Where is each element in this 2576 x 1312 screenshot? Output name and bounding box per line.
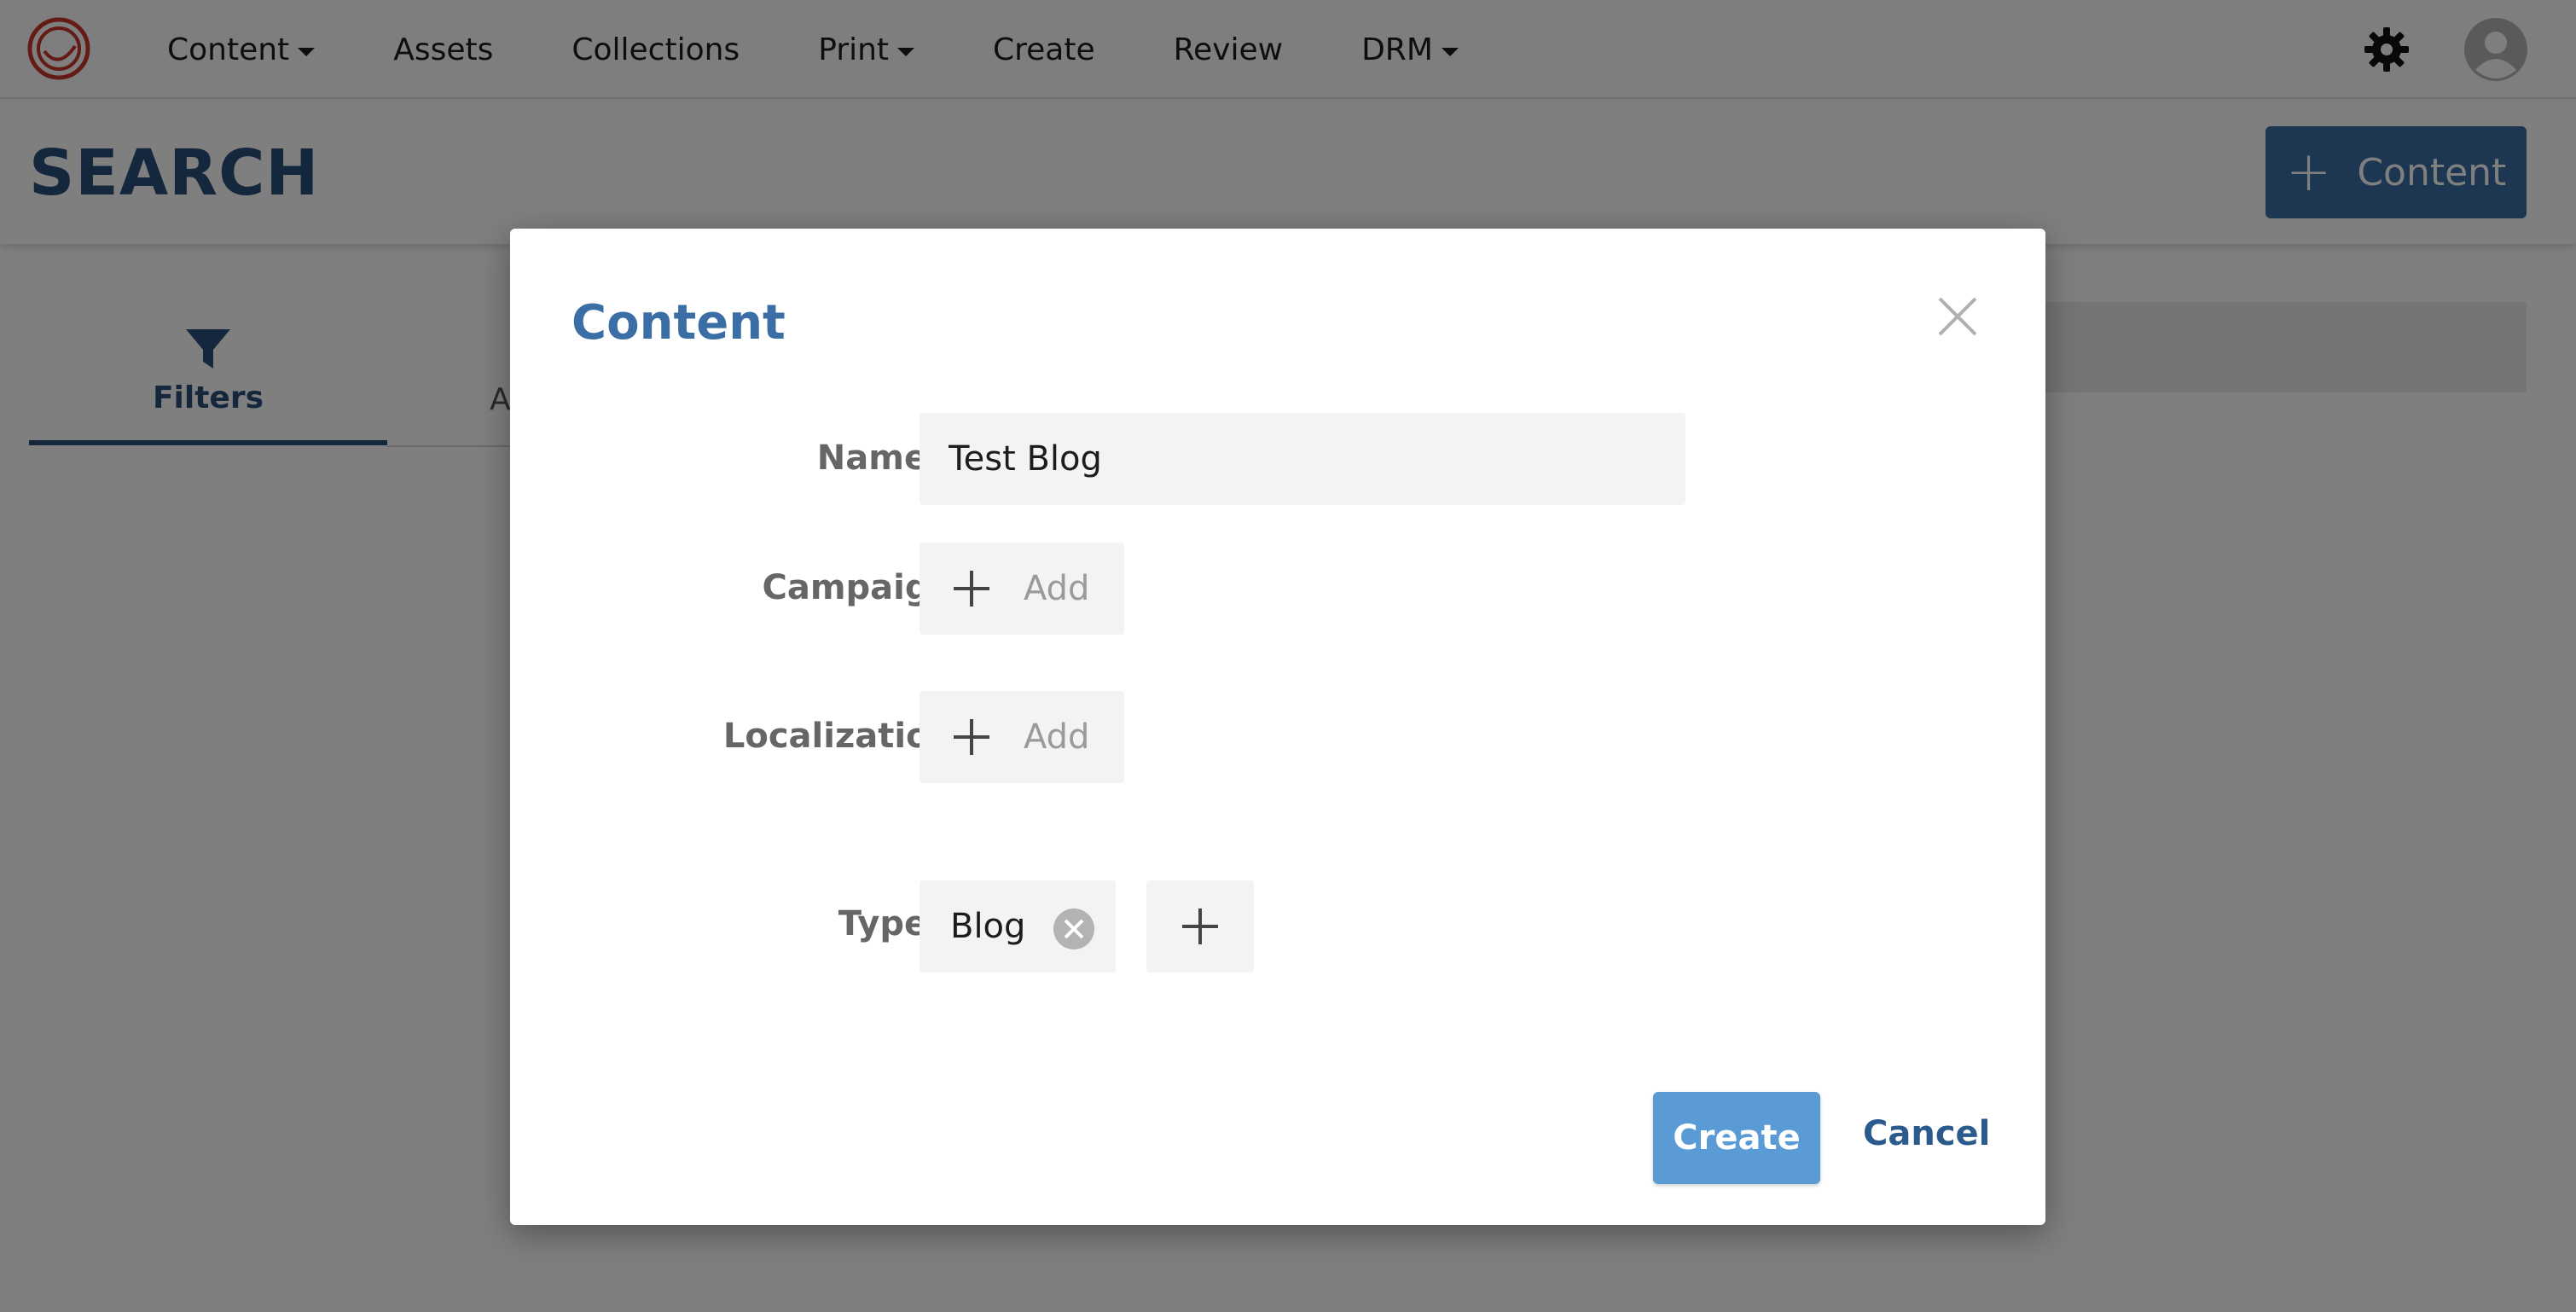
name-input[interactable] (920, 413, 1685, 505)
plus-icon (1182, 909, 1218, 944)
localization-add-button[interactable]: Add (920, 691, 1124, 783)
type-add-button[interactable] (1146, 880, 1254, 972)
modal-title: Content (571, 295, 786, 351)
campaign-add-button[interactable]: Add (920, 543, 1124, 635)
type-tag-blog: Blog (920, 880, 1116, 972)
create-button[interactable]: Create (1653, 1092, 1820, 1184)
remove-tag-icon[interactable] (1053, 908, 1095, 950)
cancel-button[interactable]: Cancel (1863, 1114, 1990, 1153)
plus-icon (954, 571, 989, 607)
plus-icon (954, 719, 989, 755)
close-icon[interactable] (1936, 295, 1979, 338)
content-modal: Content Name* Campaign Add Localization … (510, 229, 2045, 1225)
